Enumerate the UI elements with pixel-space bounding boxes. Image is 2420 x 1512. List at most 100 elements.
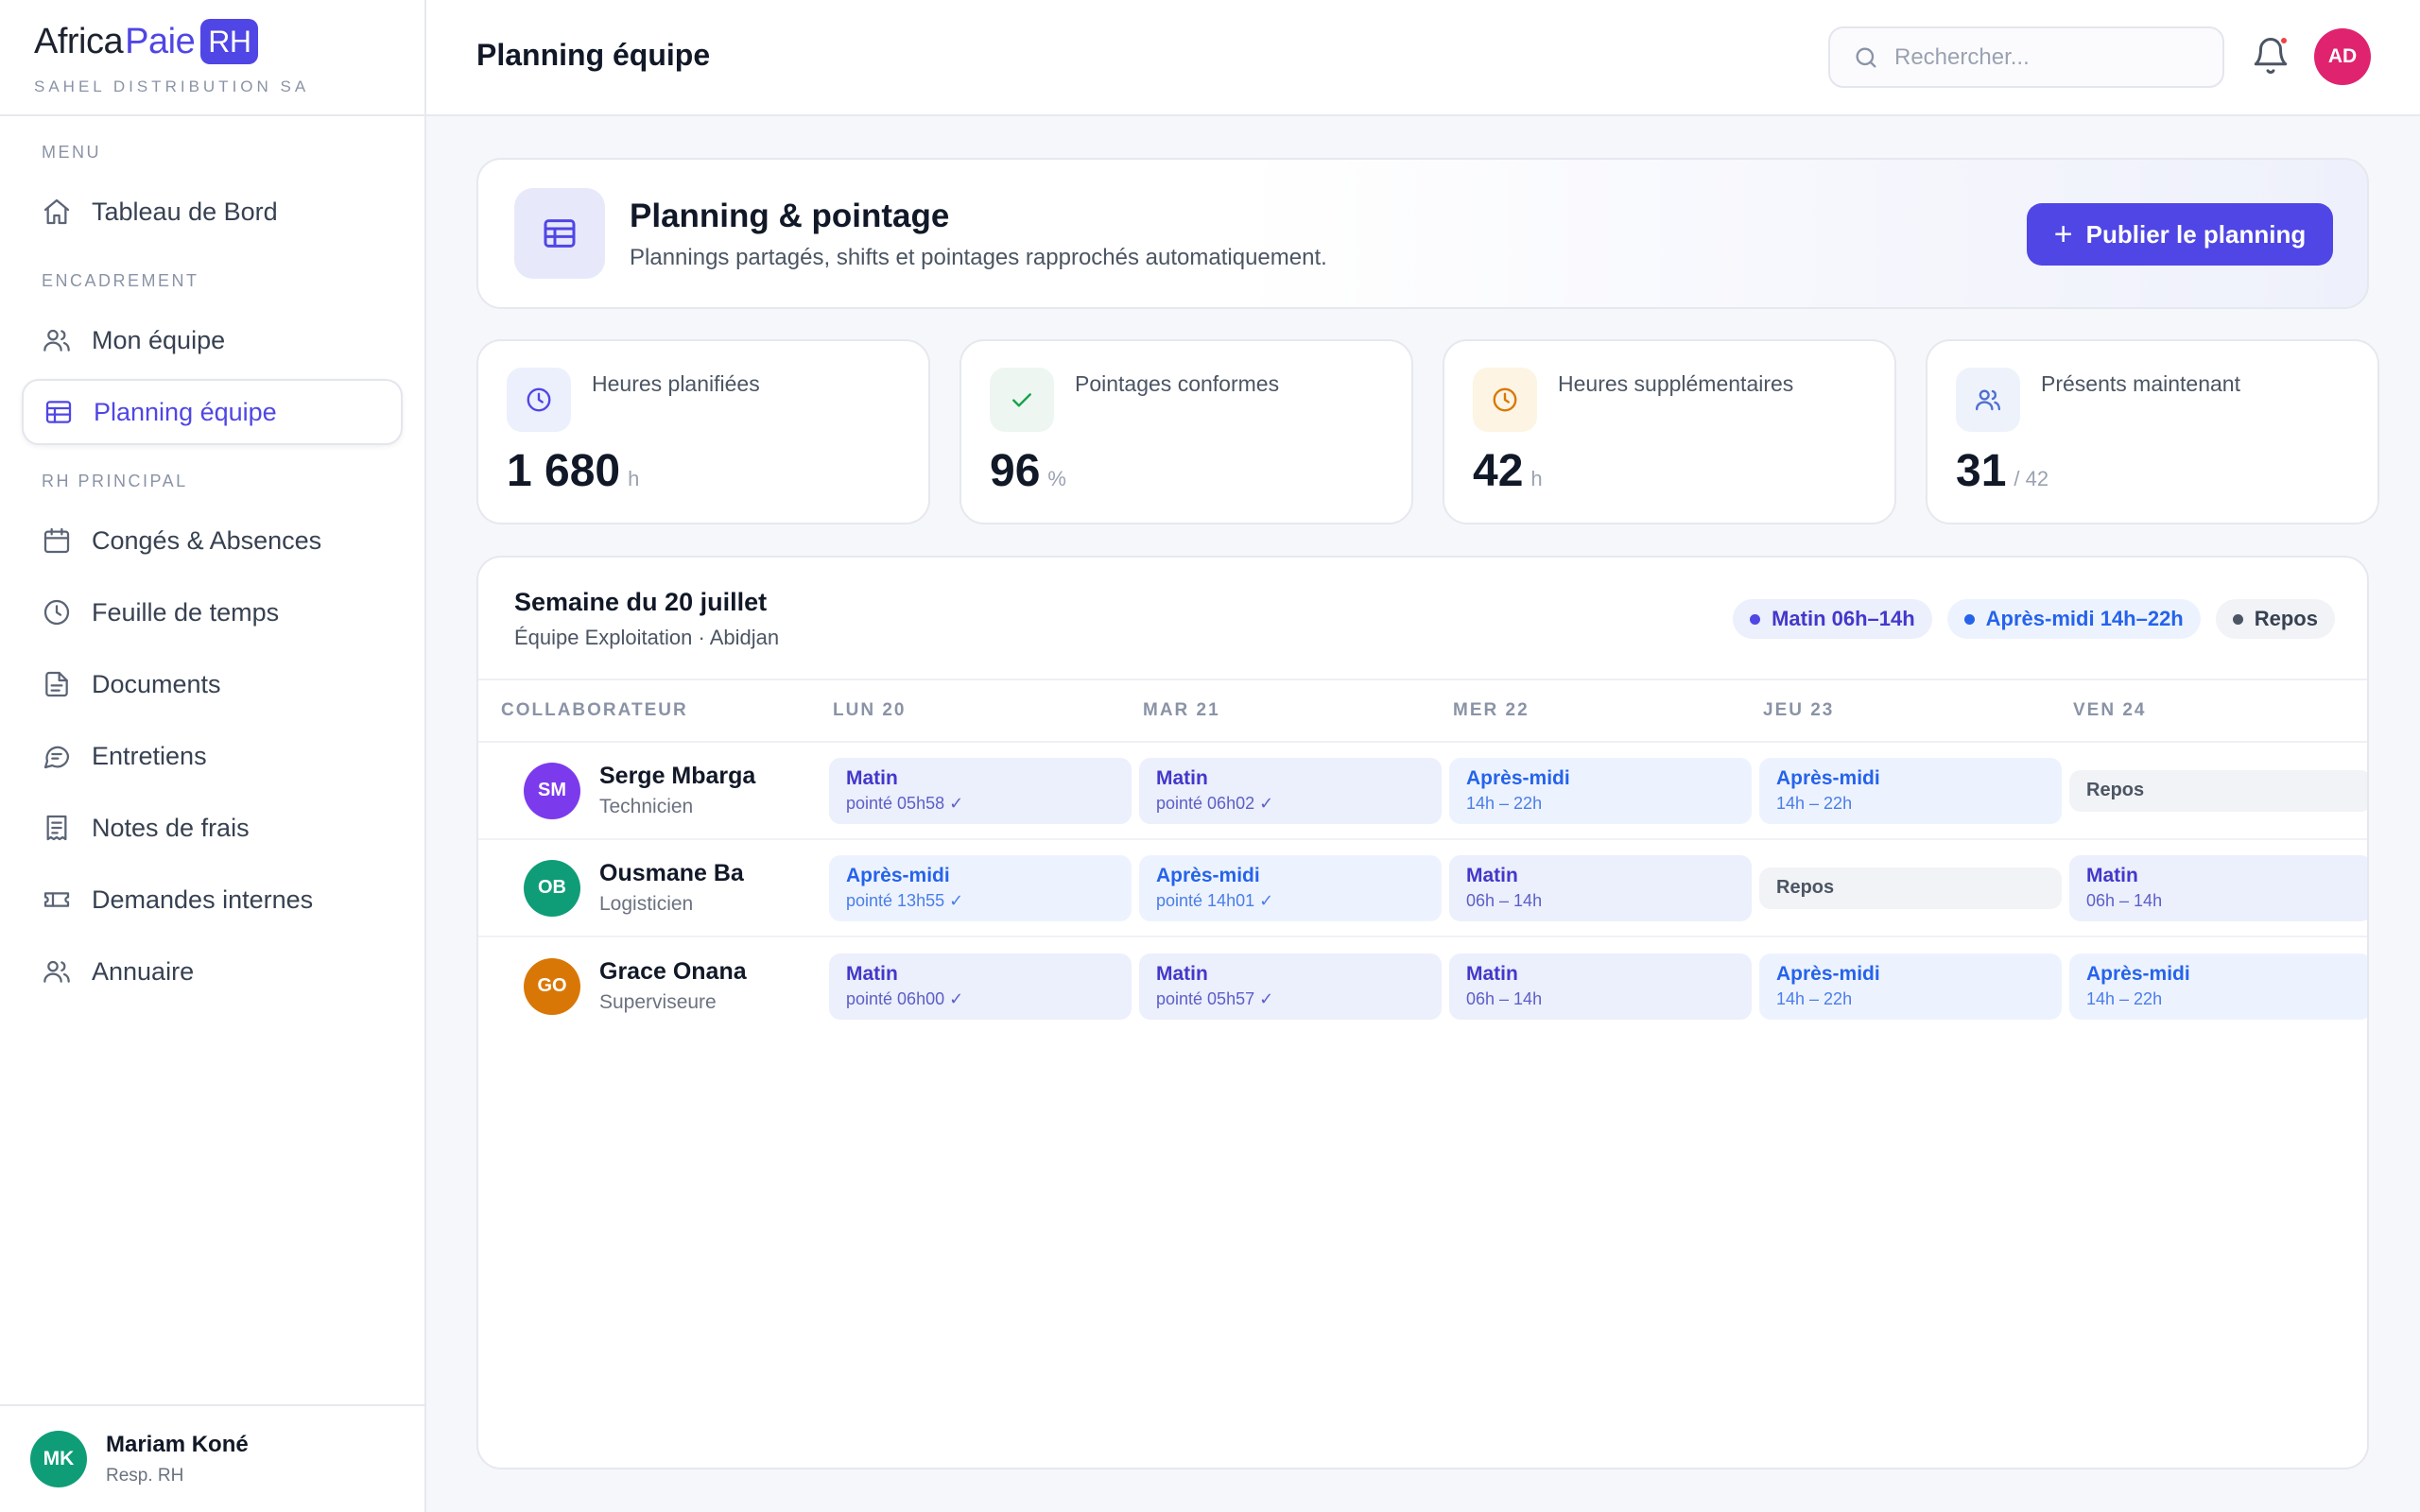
day-cell: Matin 06h – 14h	[2069, 854, 2367, 921]
user-name: Mariam Koné	[106, 1432, 249, 1457]
shift-detail: 06h – 14h	[1466, 890, 1543, 910]
employee-role: Logisticien	[599, 893, 694, 915]
page-title: Planning équipe	[476, 38, 711, 72]
sidebar-item-label: Notes de frais	[92, 813, 250, 842]
sidebar-item-feuille-de-temps[interactable]: Feuille de temps	[22, 579, 403, 645]
search-box[interactable]	[1828, 26, 2224, 88]
notifications-button[interactable]	[2251, 36, 2290, 76]
users-icon	[1956, 368, 2020, 432]
shift-title: Après-midi	[846, 864, 950, 886]
day-cell: Après-midi 14h – 22h	[1759, 757, 2073, 824]
table-icon	[514, 188, 605, 279]
shift-block[interactable]: Après-midi 14h – 22h	[2069, 953, 2367, 1020]
employee-cell[interactable]: GO Grace Onana Superviseure	[478, 957, 833, 1015]
legend-dot	[1750, 613, 1761, 625]
avatar[interactable]: AD	[2314, 28, 2371, 85]
calendar-icon	[41, 524, 73, 557]
shift-block[interactable]: Matin 06h – 14h	[1449, 953, 1752, 1020]
sidebar: Africa Paie RH SAHEL DISTRIBUTION SA MEN…	[0, 0, 426, 1512]
column-header: JEU 23	[1763, 700, 1835, 720]
notification-dot	[2279, 36, 2289, 45]
planning-table: COLLABORATEUR LUN 20 MAR 21 MER 22 JEU 23 VEN…	[478, 679, 2367, 1035]
planning-card: Semaine du 20 juillet Équipe Exploitatio…	[476, 556, 2369, 1469]
shift-block[interactable]: Repos	[1759, 867, 2062, 909]
shift-detail: 14h – 22h	[1466, 793, 1543, 813]
shift-block[interactable]: Repos	[2069, 769, 2367, 812]
shift-title: Matin	[2086, 864, 2138, 886]
shift-title: Après-midi	[2086, 962, 2190, 985]
nav-section-label: ENCADREMENT	[42, 271, 199, 290]
day-cell: Après-midi 14h – 22h	[1759, 953, 2073, 1020]
company-name: SAHEL DISTRIBUTION SA	[34, 77, 310, 95]
sidebar-item-demandes-internes[interactable]: Demandes internes	[22, 867, 403, 933]
employee-cell[interactable]: OB Ousmane Ba Logisticien	[478, 859, 833, 917]
stat-card: Heures supplémentaires 42 h	[1443, 339, 1896, 524]
shift-block[interactable]: Après-midi pointé 14h01 ✓	[1139, 854, 1442, 921]
legend-label: Matin 06h–14h	[1772, 607, 1915, 630]
shift-block[interactable]: Matin 06h – 14h	[1449, 854, 1752, 921]
search-input[interactable]	[1894, 43, 2206, 71]
column-header: LUN 20	[833, 700, 907, 720]
shift-detail: pointé 05h57 ✓	[1156, 988, 1274, 1008]
employee-cell[interactable]: SM Serge Mbarga Technicien	[478, 762, 833, 819]
stat-label: Heures planifiées	[592, 371, 760, 396]
shift-title: Matin	[1466, 864, 1518, 886]
shift-title: Matin	[1466, 962, 1518, 985]
day-cell: Matin pointé 06h02 ✓	[1139, 757, 1453, 824]
stat-value: 31/ 42	[1956, 446, 2049, 496]
employee-role: Technicien	[599, 796, 694, 817]
day-cell: Repos	[1759, 867, 2073, 909]
sidebar-item-documents[interactable]: Documents	[22, 651, 403, 717]
sidebar-item-entretiens[interactable]: Entretiens	[22, 723, 403, 789]
publish-planning-button[interactable]: + Publier le planning	[2027, 203, 2333, 266]
shift-block[interactable]: Après-midi 14h – 22h	[1449, 757, 1752, 824]
sidebar-item-planning-equipe[interactable]: Planning équipe	[22, 379, 403, 445]
day-cell: Après-midi 14h – 22h	[2069, 953, 2367, 1020]
shift-title: Après-midi	[1156, 864, 1260, 886]
sidebar-nav: MENU Tableau de Bord ENCADREMENT Mon équipe…	[0, 116, 424, 1005]
legend-label: Repos	[2254, 607, 2318, 630]
top-header: Planning équipe AD	[426, 0, 2420, 116]
current-user[interactable]: MK Mariam Koné Resp. RH	[0, 1404, 424, 1512]
shift-title: Repos	[2086, 779, 2145, 800]
day-cell: Après-midi pointé 13h55 ✓	[829, 854, 1143, 921]
check-icon	[990, 368, 1054, 432]
shift-block[interactable]: Matin pointé 05h57 ✓	[1139, 953, 1442, 1020]
sidebar-item-label: Planning équipe	[94, 397, 277, 426]
sidebar-item-mon-equipe[interactable]: Mon équipe	[22, 307, 403, 373]
hero-subtitle: Plannings partagés, shifts et pointages …	[630, 245, 1327, 270]
shift-block[interactable]: Matin pointé 06h00 ✓	[829, 953, 1132, 1020]
home-icon	[41, 196, 73, 228]
column-header: VEN 24	[2073, 700, 2147, 720]
brand-logo[interactable]: Africa Paie RH	[34, 17, 424, 66]
header-cell: LUN 20	[833, 700, 1143, 721]
column-header: COLLABORATEUR	[501, 700, 688, 720]
shift-block[interactable]: Après-midi 14h – 22h	[1759, 757, 2062, 824]
employee-role: Superviseure	[599, 991, 717, 1013]
shift-block[interactable]: Après-midi 14h – 22h	[1759, 953, 2062, 1020]
stat-card: Présents maintenant 31/ 42	[1926, 339, 2379, 524]
stat-value: 96%	[990, 446, 1066, 496]
brand-name-part1: Africa	[34, 21, 124, 61]
shift-title: Après-midi	[1776, 962, 1880, 985]
shift-block[interactable]: Après-midi pointé 13h55 ✓	[829, 854, 1132, 921]
sidebar-item-tableau-de-bord[interactable]: Tableau de Bord	[22, 179, 403, 245]
search-icon	[1856, 47, 1876, 68]
sidebar-item-conges-absences[interactable]: Congés & Absences	[22, 507, 403, 574]
stat-label: Présents maintenant	[2041, 371, 2240, 396]
shift-block[interactable]: Matin pointé 05h58 ✓	[829, 757, 1132, 824]
avatar: GO	[524, 957, 580, 1015]
stat-value: 1 680 h	[507, 446, 640, 496]
publish-planning-label: Publier le planning	[2085, 219, 2307, 249]
sidebar-item-annuaire[interactable]: Annuaire	[22, 938, 403, 1005]
sidebar-item-notes-de-frais[interactable]: Notes de frais	[22, 795, 403, 861]
header-cell: MAR 21	[1143, 700, 1453, 721]
team-subtitle: Équipe Exploitation · Abidjan	[514, 626, 780, 649]
clock-icon	[507, 368, 571, 432]
shift-block[interactable]: Matin pointé 06h02 ✓	[1139, 757, 1442, 824]
shift-block[interactable]: Matin 06h – 14h	[2069, 854, 2367, 921]
shift-detail: 14h – 22h	[2086, 988, 2163, 1008]
sidebar-item-label: Annuaire	[92, 956, 195, 986]
header-cell: COLLABORATEUR	[478, 700, 833, 721]
shift-title: Après-midi	[1466, 766, 1570, 789]
